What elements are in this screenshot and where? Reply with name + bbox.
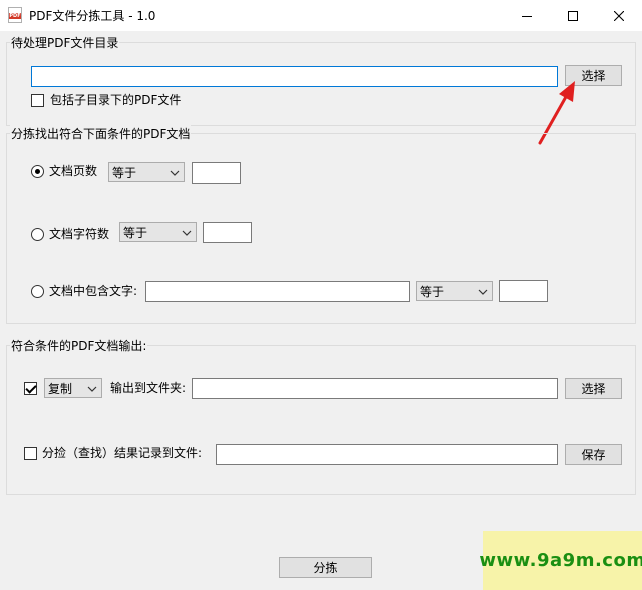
page-count-radio[interactable] xyxy=(31,165,44,178)
output-folder-label: 输出到文件夹: xyxy=(110,381,187,395)
output-action-value: 复制 xyxy=(48,381,73,396)
include-subdirs-checkbox[interactable] xyxy=(31,94,44,107)
source-path-input[interactable] xyxy=(31,66,558,87)
output-enable-checkbox[interactable] xyxy=(24,382,37,395)
watermark: www.9a9m.com xyxy=(479,531,642,590)
char-count-label: 文档字符数 xyxy=(49,227,110,241)
log-checkbox[interactable] xyxy=(24,447,37,460)
output-group xyxy=(6,345,636,495)
char-count-operator-select[interactable]: 等于 xyxy=(119,222,197,242)
char-count-operator-value: 等于 xyxy=(123,225,148,240)
chevron-down-icon xyxy=(182,230,192,236)
output-group-title: 符合条件的PDF文档输出: xyxy=(10,337,148,354)
log-file-input[interactable] xyxy=(216,444,558,465)
maximize-button[interactable] xyxy=(550,0,596,31)
contains-text-value-input[interactable] xyxy=(499,280,548,302)
output-browse-button[interactable]: 选择 xyxy=(565,378,622,399)
include-subdirs-label: 包括子目录下的PDF文件 xyxy=(50,93,182,107)
sort-run-button[interactable]: 分拣 xyxy=(279,557,372,578)
output-folder-input[interactable] xyxy=(192,378,558,399)
char-count-radio[interactable] xyxy=(31,228,44,241)
window-title: PDF文件分拣工具 - 1.0 xyxy=(29,9,156,23)
pdf-app-icon: PDF xyxy=(8,7,22,23)
chevron-down-icon xyxy=(87,386,97,392)
maximize-icon xyxy=(568,10,578,21)
char-count-value-input[interactable] xyxy=(203,222,252,243)
contains-text-label: 文档中包含文字: xyxy=(49,284,138,298)
contains-text-input[interactable] xyxy=(145,281,410,302)
page-count-operator-select[interactable]: 等于 xyxy=(108,162,185,182)
close-button[interactable] xyxy=(596,0,642,31)
page-count-label: 文档页数 xyxy=(49,164,98,178)
contains-text-operator-select[interactable]: 等于 xyxy=(416,281,493,301)
source-group-title: 待处理PDF文件目录 xyxy=(10,34,120,51)
contains-text-radio[interactable] xyxy=(31,285,44,298)
close-icon xyxy=(614,10,624,21)
title-bar[interactable]: PDF PDF文件分拣工具 - 1.0 xyxy=(0,0,642,31)
output-action-select[interactable]: 复制 xyxy=(44,378,102,398)
minimize-button[interactable] xyxy=(504,0,550,31)
page-count-value-input[interactable] xyxy=(192,162,241,184)
chevron-down-icon xyxy=(170,170,180,176)
criteria-group-title: 分拣找出符合下面条件的PDF文档 xyxy=(10,125,192,142)
page-count-operator-value: 等于 xyxy=(112,165,137,180)
log-label: 分捡（查找）结果记录到文件: xyxy=(42,446,203,460)
minimize-icon xyxy=(522,15,532,17)
watermark-text: www.9a9m.com xyxy=(479,550,642,571)
log-save-button[interactable]: 保存 xyxy=(565,444,622,465)
chevron-down-icon xyxy=(478,289,488,295)
contains-text-operator-value: 等于 xyxy=(420,284,445,299)
